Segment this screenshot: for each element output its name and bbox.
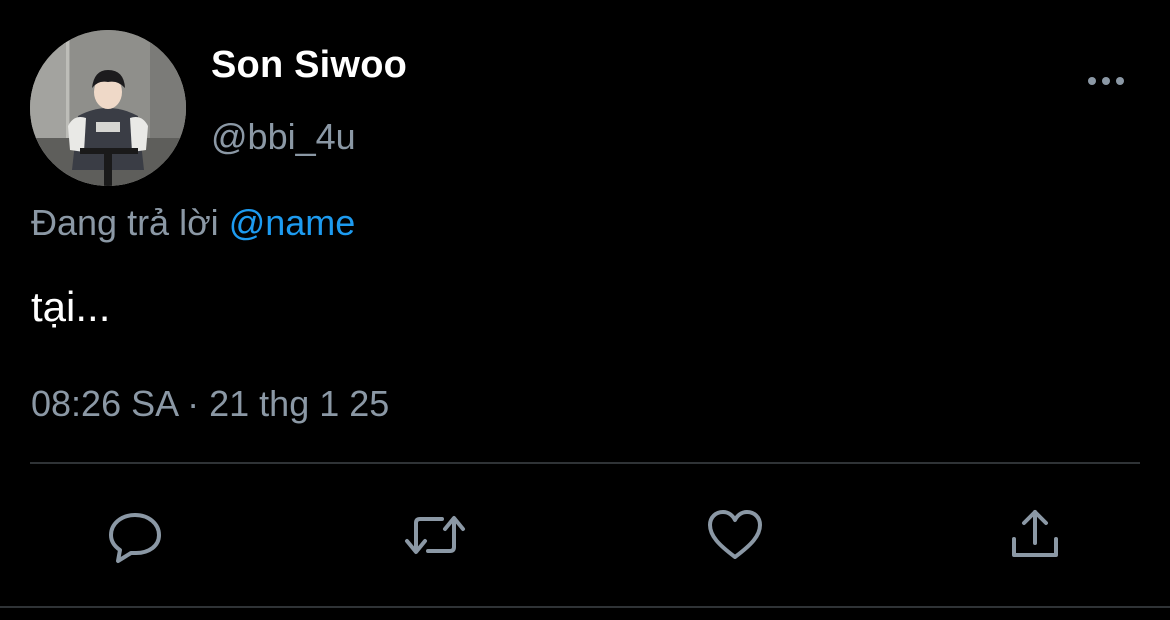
tweet-timestamp[interactable]: 08:26 SA · 21 thg 1 25: [31, 383, 389, 425]
replying-to-line: Đang trả lời @name: [31, 202, 355, 244]
share-button[interactable]: [1000, 500, 1070, 570]
reply-icon: [109, 513, 161, 563]
more-options-button[interactable]: [1084, 66, 1128, 96]
divider: [0, 606, 1170, 608]
divider: [30, 462, 1140, 464]
avatar[interactable]: [30, 30, 186, 186]
avatar-image: [30, 30, 186, 186]
retweet-icon: [405, 516, 465, 554]
author-display-name[interactable]: Son Siwoo: [211, 44, 407, 87]
like-button[interactable]: [700, 500, 770, 570]
more-icon: [1088, 77, 1124, 85]
author-handle[interactable]: @bbi_4u: [211, 116, 356, 158]
tweet-detail: Son Siwoo @bbi_4u Đang trả lời @name tại…: [0, 0, 1170, 620]
reply-button[interactable]: [100, 500, 170, 570]
reply-mention-link[interactable]: @name: [229, 202, 356, 243]
like-icon: [708, 510, 762, 559]
share-icon: [1012, 510, 1058, 557]
tweet-text: tại...: [31, 283, 111, 330]
retweet-button[interactable]: [400, 500, 470, 570]
replying-to-label: Đang trả lời: [31, 202, 219, 243]
